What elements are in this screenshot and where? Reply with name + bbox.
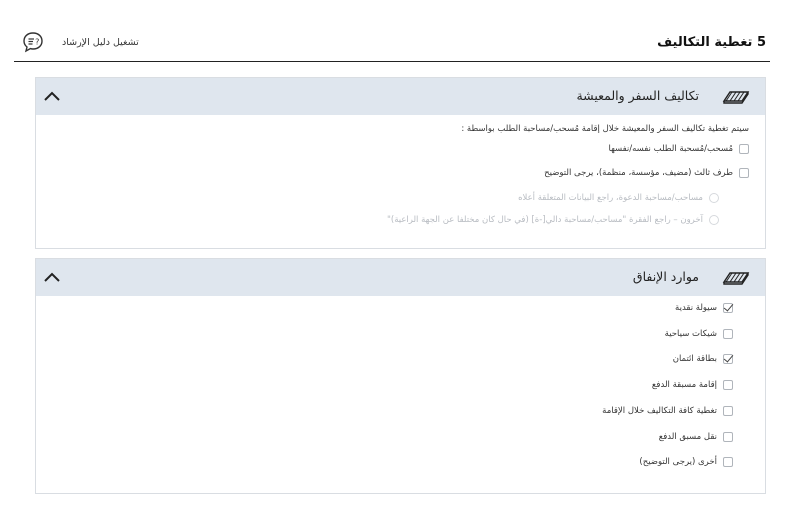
checkbox[interactable] bbox=[739, 168, 749, 178]
means-of-support-panel-header[interactable]: موارد الإنفاق bbox=[36, 259, 765, 296]
option-label: مُسحب/مُسحبة الطلب نفسه/نفسها bbox=[608, 144, 734, 154]
checkbox[interactable] bbox=[739, 144, 749, 154]
page-title: 5 تغطية التكاليف bbox=[657, 35, 766, 50]
means-of-support-panel-title: موارد الإنفاق bbox=[632, 269, 699, 284]
option-other[interactable]: أخرى (يرجى التوضيح) bbox=[639, 457, 733, 467]
checkbox[interactable] bbox=[723, 432, 733, 442]
checkbox[interactable] bbox=[723, 303, 733, 313]
sub-option-inviter: مساحب/مساحبة الدعوة، راجع البيانات المتع… bbox=[518, 193, 719, 203]
option-label: بطاقة ائتمان bbox=[672, 354, 717, 364]
option-all-expenses-covered[interactable]: تغطية كافة التكاليف خلال الإقامة bbox=[602, 406, 733, 416]
means-of-support-panel: موارد الإنفاق سيولة نقدية شيكات سياحية ب… bbox=[35, 258, 766, 494]
guide-label[interactable]: تشغيل دليل الإرشاد bbox=[62, 37, 139, 48]
option-label: نقل مسبق الدفع bbox=[658, 432, 717, 442]
travel-costs-panel-title: تكاليف السفر والمعيشة bbox=[576, 88, 699, 103]
option-prepaid-accommodation[interactable]: إقامة مسبقة الدفع bbox=[652, 380, 733, 390]
option-label: سيولة نقدية bbox=[675, 303, 717, 313]
option-travellers-cheques[interactable]: شيكات سياحية bbox=[665, 329, 733, 339]
checkbox[interactable] bbox=[723, 329, 733, 339]
sub-option-others: آخرون – راجع الفقرة "مساحب/مساحبة دالي[-… bbox=[387, 215, 719, 225]
header-divider bbox=[14, 61, 770, 62]
option-label: أخرى (يرجى التوضيح) bbox=[639, 457, 717, 467]
money-stack-icon bbox=[722, 272, 750, 285]
radio-button bbox=[709, 193, 719, 203]
radio-button bbox=[709, 215, 719, 225]
option-applicant-self[interactable]: مُسحب/مُسحبة الطلب نفسه/نفسها bbox=[608, 144, 749, 154]
checkbox[interactable] bbox=[723, 457, 733, 467]
option-label: طرف ثالث (مضيف، مؤسسة، منظمة)، يرجى التو… bbox=[544, 168, 733, 178]
money-stack-icon bbox=[722, 91, 750, 104]
checkbox[interactable] bbox=[723, 380, 733, 390]
option-label: إقامة مسبقة الدفع bbox=[651, 380, 717, 390]
option-credit-card[interactable]: بطاقة ائتمان bbox=[673, 354, 733, 364]
collapse-chevron-up-icon[interactable] bbox=[42, 267, 62, 287]
checkbox[interactable] bbox=[723, 354, 733, 364]
option-cash[interactable]: سيولة نقدية bbox=[675, 303, 733, 313]
sub-option-label: آخرون – راجع الفقرة "مساحب/مساحبة دالي[-… bbox=[387, 215, 703, 225]
svg-text:?: ? bbox=[35, 38, 39, 47]
option-third-party[interactable]: طرف ثالث (مضيف، مؤسسة، منظمة)، يرجى التو… bbox=[544, 168, 749, 178]
travel-costs-panel: تكاليف السفر والمعيشة سيتم تغطية تكاليف … bbox=[35, 77, 766, 249]
checkbox[interactable] bbox=[723, 406, 733, 416]
travel-costs-panel-header[interactable]: تكاليف السفر والمعيشة bbox=[36, 78, 765, 115]
chat-question-icon[interactable]: ? bbox=[22, 31, 44, 53]
collapse-chevron-up-icon[interactable] bbox=[42, 86, 62, 106]
option-label: تغطية كافة التكاليف خلال الإقامة bbox=[602, 406, 717, 416]
option-label: شيكات سياحية bbox=[664, 329, 717, 339]
sub-option-label: مساحب/مساحبة الدعوة، راجع البيانات المتع… bbox=[518, 193, 703, 203]
top-bar: 5 تغطية التكاليف ? تشغيل دليل الإرشاد bbox=[0, 0, 800, 62]
option-prepaid-transport[interactable]: نقل مسبق الدفع bbox=[659, 432, 733, 442]
travel-costs-intro: سيتم تغطية تكاليف السفر والمعيشة خلال إق… bbox=[461, 124, 749, 134]
guide-toggle[interactable]: ? تشغيل دليل الإرشاد bbox=[22, 31, 139, 53]
